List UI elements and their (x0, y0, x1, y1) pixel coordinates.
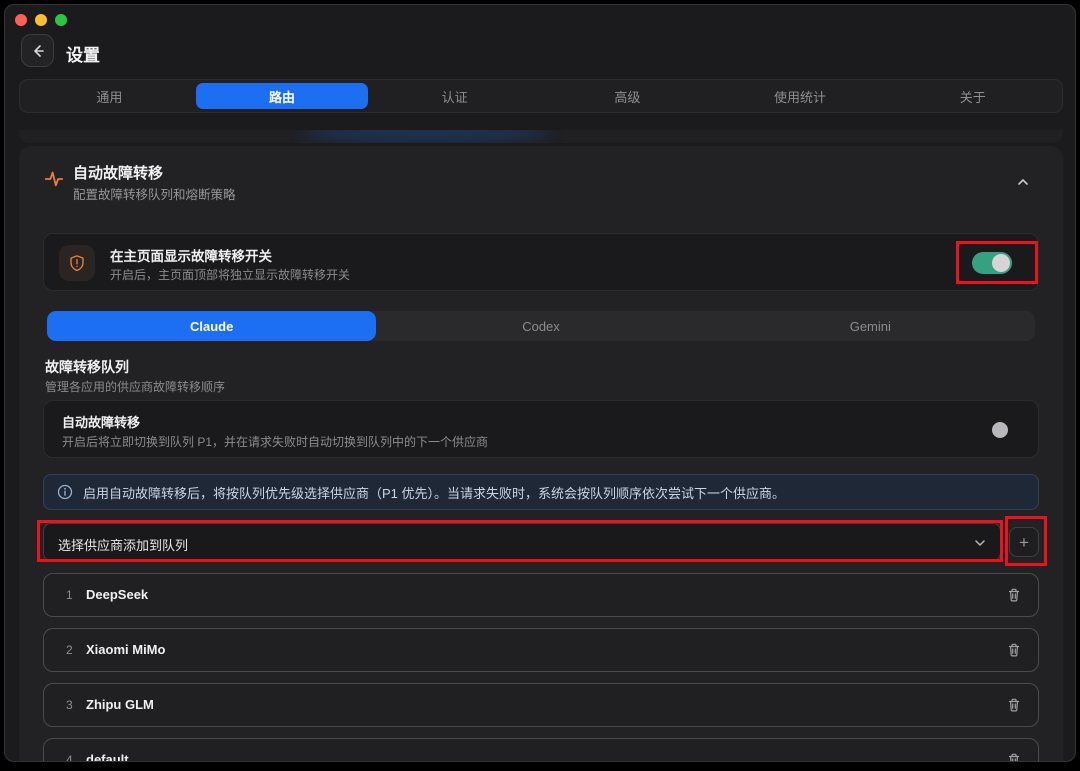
toggle-knob (992, 254, 1010, 272)
add-provider-button[interactable]: + (1009, 527, 1039, 557)
failover-section-title: 自动故障转移 (73, 162, 163, 183)
provider-select[interactable]: 选择供应商添加到队列 (43, 523, 1001, 561)
info-circle-icon (57, 484, 73, 500)
app-segmented-control: Claude Codex Gemini (47, 311, 1035, 341)
add-provider-row: 选择供应商添加到队列 + (43, 523, 1039, 561)
home-switch-toggle[interactable] (972, 252, 1012, 274)
trash-icon[interactable] (1006, 697, 1022, 713)
info-banner: 启用自动故障转移后，将按队列优先级选择供应商（P1 优先）。当请求失败时，系统会… (43, 474, 1039, 510)
collapse-section-button[interactable] (1011, 170, 1035, 194)
failover-section-header[interactable]: 自动故障转移 配置故障转移队列和熔断策略 (19, 146, 1063, 216)
queue-item-index: 4 (66, 753, 73, 762)
queue-subtitle: 管理各应用的供应商故障转移顺序 (45, 378, 225, 395)
segment-codex[interactable]: Codex (376, 311, 705, 341)
home-switch-subtitle: 开启后，主页面顶部将独立显示故障转移开关 (110, 266, 350, 283)
plus-icon: + (1019, 534, 1029, 551)
tab-auth[interactable]: 认证 (368, 83, 541, 109)
auto-failover-toggle[interactable] (992, 422, 1008, 438)
tab-advanced[interactable]: 高级 (541, 83, 714, 109)
chevron-down-icon (973, 536, 987, 550)
queue-item-index: 2 (66, 643, 73, 657)
remnant-glow (301, 130, 551, 142)
auto-failover-title: 自动故障转移 (62, 412, 140, 431)
close-window-button[interactable] (15, 14, 27, 26)
shield-alert-icon (59, 245, 95, 281)
settings-window: 设置 通用 路由 认证 高级 使用统计 关于 自动故障转移 配置故障转移队列和熔… (4, 4, 1076, 762)
queue-item-name: Xiaomi MiMo (86, 642, 165, 657)
failover-section: 自动故障转移 配置故障转移队列和熔断策略 在主页面显示故障转移开关 开启后，主页… (19, 146, 1063, 762)
queue-item-name: DeepSeek (86, 587, 148, 602)
traffic-lights (15, 14, 67, 26)
auto-failover-subtitle: 开启后将立即切换到队列 P1，并在请求失败时自动切换到队列中的下一个供应商 (62, 433, 488, 450)
tab-usage-stats[interactable]: 使用统计 (714, 83, 887, 109)
settings-tabbar: 通用 路由 认证 高级 使用统计 关于 (19, 79, 1063, 113)
queue-item-index: 3 (66, 698, 73, 712)
queue-item-name: Zhipu GLM (86, 697, 154, 712)
info-banner-text: 启用自动故障转移后，将按队列优先级选择供应商（P1 优先）。当请求失败时，系统会… (83, 483, 785, 502)
pulse-icon (43, 168, 65, 190)
trash-icon[interactable] (1006, 587, 1022, 603)
trash-icon[interactable] (1006, 752, 1022, 762)
queue-item-xiaomi-mimo[interactable]: 2 Xiaomi MiMo (43, 628, 1039, 672)
tab-routing[interactable]: 路由 (196, 83, 369, 109)
queue-item-deepseek[interactable]: 1 DeepSeek (43, 573, 1039, 617)
queue-item-default[interactable]: 4 default (43, 738, 1039, 762)
zoom-window-button[interactable] (55, 14, 67, 26)
home-switch-title: 在主页面显示故障转移开关 (110, 245, 272, 265)
tab-about[interactable]: 关于 (886, 83, 1059, 109)
page-title: 设置 (66, 41, 100, 66)
trash-icon[interactable] (1006, 642, 1022, 658)
scrolled-card-remnant (19, 130, 1063, 143)
queue-title: 故障转移队列 (45, 357, 129, 377)
home-switch-card: 在主页面显示故障转移开关 开启后，主页面顶部将独立显示故障转移开关 (43, 233, 1039, 291)
segment-claude[interactable]: Claude (47, 311, 376, 341)
back-button[interactable] (21, 34, 54, 67)
chevron-up-icon (1016, 175, 1030, 189)
failover-section-subtitle: 配置故障转移队列和熔断策略 (73, 184, 236, 203)
auto-failover-card: 自动故障转移 开启后将立即切换到队列 P1，并在请求失败时自动切换到队列中的下一… (43, 400, 1039, 458)
arrow-left-icon (30, 43, 46, 59)
queue-item-name: default (86, 752, 129, 762)
queue-item-index: 1 (66, 588, 73, 602)
segment-gemini[interactable]: Gemini (706, 311, 1035, 341)
queue-item-zhipu-glm[interactable]: 3 Zhipu GLM (43, 683, 1039, 727)
minimize-window-button[interactable] (35, 14, 47, 26)
provider-select-label: 选择供应商添加到队列 (58, 535, 188, 554)
tab-general[interactable]: 通用 (23, 83, 196, 109)
